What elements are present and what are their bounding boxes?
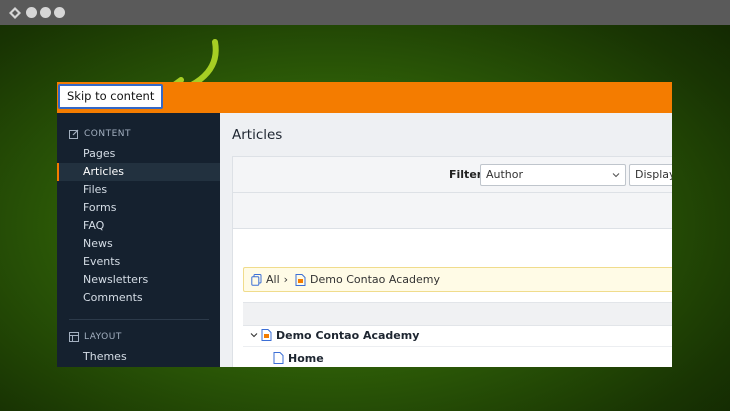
sidebar-item-events[interactable]: Events [57, 253, 220, 271]
edit-icon [69, 129, 79, 139]
sidebar-item-faq[interactable]: FAQ [57, 217, 220, 235]
tree-row-home[interactable]: Home [243, 347, 672, 367]
sidebar-item-comments[interactable]: Comments [57, 289, 220, 307]
page-icon [273, 352, 284, 364]
display-filter-value: Display i [635, 168, 672, 181]
breadcrumb-all-link[interactable]: All [266, 273, 280, 286]
browser-logo-icon [9, 7, 21, 19]
skip-to-content-link[interactable]: Skip to content [58, 84, 164, 109]
tree-header [243, 302, 672, 326]
sidebar-item-forms[interactable]: Forms [57, 199, 220, 217]
window-close-button[interactable] [26, 7, 37, 18]
chevron-down-icon [612, 173, 620, 178]
sidebar-item-news[interactable]: News [57, 235, 220, 253]
copy-icon [251, 273, 262, 286]
breadcrumb-separator: › [283, 273, 289, 286]
author-filter-select[interactable]: Author [480, 164, 626, 186]
root-page-icon [261, 329, 272, 341]
sidebar-navigation: CONTENT Pages Articles Files Forms FAQ N… [57, 113, 220, 367]
root-page-icon [295, 273, 306, 286]
browser-titlebar [0, 0, 730, 25]
main-content: Articles Filter: Author Display i [220, 113, 672, 367]
layout-icon [69, 332, 79, 342]
sidebar-divider [69, 319, 209, 320]
display-filter-select[interactable]: Display i [629, 164, 672, 186]
contao-backend-frame: Skip to content CONTENT Pages Articles F… [57, 82, 672, 367]
author-filter-value: Author [486, 168, 524, 181]
content-section-heading[interactable]: CONTENT [69, 129, 131, 139]
layout-section-heading[interactable]: LAYOUT [69, 332, 122, 342]
articles-panel: Filter: Author Display i All › [232, 156, 672, 367]
content-section-label: CONTENT [84, 129, 132, 139]
page-title: Articles [232, 127, 283, 143]
breadcrumb: All › Demo Contao Academy [243, 267, 672, 292]
breadcrumb-current: Demo Contao Academy [310, 273, 440, 286]
tree-row-label: Home [288, 351, 324, 365]
filter-toolbar: Filter: Author Display i [233, 157, 672, 193]
sidebar-item-newsletters[interactable]: Newsletters [57, 271, 220, 289]
tree-row-label: Demo Contao Academy [276, 328, 420, 342]
sidebar-item-files[interactable]: Files [57, 181, 220, 199]
sorting-toolbar [233, 193, 672, 229]
header-bar: Skip to content [57, 82, 672, 113]
window-minimize-button[interactable] [40, 7, 51, 18]
tree-row-root[interactable]: Demo Contao Academy [243, 324, 672, 347]
chevron-down-icon[interactable] [250, 331, 258, 339]
layout-section-label: LAYOUT [84, 332, 122, 342]
sidebar-item-pages[interactable]: Pages [57, 145, 220, 163]
sidebar-item-articles[interactable]: Articles [57, 163, 220, 181]
window-maximize-button[interactable] [54, 7, 65, 18]
sidebar-item-themes[interactable]: Themes [57, 348, 220, 366]
